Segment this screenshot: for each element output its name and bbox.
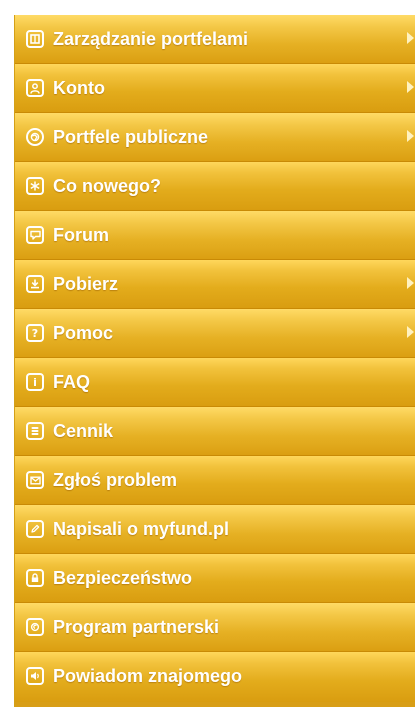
menu-item-label: Portfele publiczne (53, 127, 209, 147)
portfolio-window-icon (26, 30, 44, 48)
lock-icon (26, 569, 44, 587)
menu-item-label: Forum (53, 225, 109, 245)
submenu-arrow-icon (407, 130, 414, 142)
menu-item-forum[interactable]: Forum (15, 211, 415, 260)
menu-item-portfele-publiczne[interactable]: Portfele publiczne (15, 113, 415, 162)
menu-item-zarzadzanie-portfelami[interactable]: Zarządzanie portfelami (15, 15, 415, 64)
menu-item-label: Zarządzanie portfelami (53, 29, 249, 49)
side-menu: Zarządzanie portfelami Konto Portfele pu… (14, 15, 415, 707)
menu-item-napisali-o-myfund[interactable]: Napisali o myfund.pl (15, 505, 415, 554)
user-account-icon (26, 79, 44, 97)
help-question-icon: ? (26, 324, 44, 342)
globe-icon (26, 128, 44, 146)
menu-item-cennik[interactable]: Cennik (15, 407, 415, 456)
menu-item-label: Zgłoś problem (53, 470, 178, 490)
menu-item-powiadom-znajomego[interactable]: Powiadom znajomego (15, 652, 415, 702)
pencil-icon (26, 520, 44, 538)
menu-item-label: Pomoc (53, 323, 114, 343)
menu-item-pomoc[interactable]: ? Pomoc (15, 309, 415, 358)
menu-item-bezpieczenstwo[interactable]: Bezpieczeństwo (15, 554, 415, 603)
submenu-arrow-icon (407, 32, 414, 44)
menu-item-co-nowego[interactable]: Co nowego? (15, 162, 415, 211)
menu-item-konto[interactable]: Konto (15, 64, 415, 113)
menu-item-program-partnerski[interactable]: Program partnerski (15, 603, 415, 652)
menu-item-label: Pobierz (53, 274, 119, 294)
menu-item-zglos-problem[interactable]: Zgłoś problem (15, 456, 415, 505)
menu-item-label: Konto (53, 78, 105, 98)
asterisk-star-icon (26, 177, 44, 195)
coins-stack-icon (26, 422, 44, 440)
submenu-arrow-icon (407, 277, 414, 289)
submenu-arrow-icon (407, 326, 414, 338)
menu-item-pobierz[interactable]: Pobierz (15, 260, 415, 309)
menu-item-faq[interactable]: i FAQ (15, 358, 415, 407)
menu-item-label: Bezpieczeństwo (53, 568, 193, 588)
partner-program-icon (26, 618, 44, 636)
menu-item-label: Program partnerski (53, 617, 220, 637)
speech-bubble-icon (26, 226, 44, 244)
menu-item-label: FAQ (53, 372, 91, 392)
envelope-icon (26, 471, 44, 489)
info-icon: i (26, 373, 44, 391)
download-icon (26, 275, 44, 293)
menu-item-label: Powiadom znajomego (53, 666, 243, 686)
submenu-arrow-icon (407, 81, 414, 93)
menu-item-label: Napisali o myfund.pl (53, 519, 230, 539)
menu-item-label: Co nowego? (53, 176, 161, 196)
speaker-notify-icon (26, 667, 44, 685)
menu-item-label: Cennik (53, 421, 114, 441)
